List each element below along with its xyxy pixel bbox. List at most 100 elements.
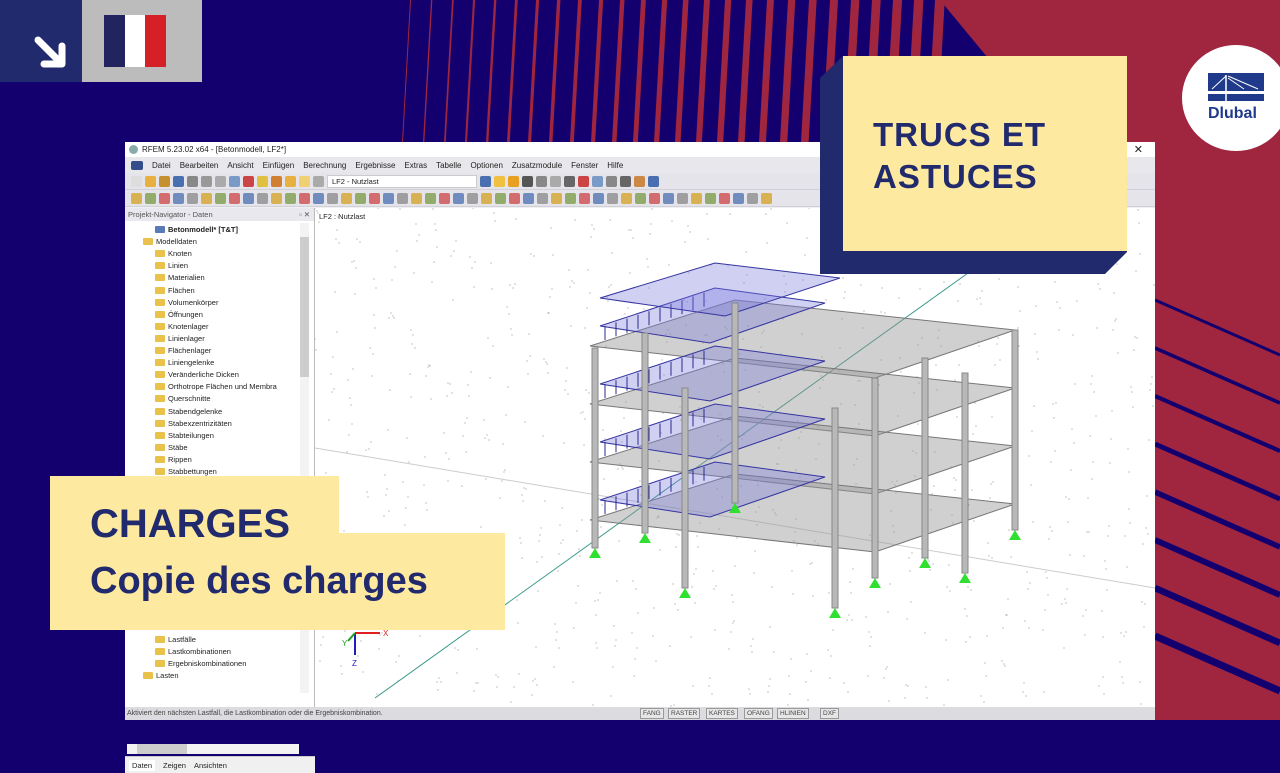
toolbar-button[interactable] [495, 192, 506, 204]
toolbar-button[interactable] [481, 192, 492, 204]
toolbar-button[interactable] [564, 175, 575, 187]
menu-item[interactable]: Ansicht [227, 161, 253, 170]
toolbar-button[interactable] [215, 192, 226, 204]
toolbar-button[interactable] [494, 175, 505, 187]
close-icon[interactable]: ✕ [1134, 143, 1143, 156]
toolbar-button[interactable] [551, 192, 562, 204]
toolbar-button[interactable] [327, 192, 338, 204]
tree-item[interactable]: Liniengelenke [155, 358, 214, 367]
toolbar-button[interactable] [299, 175, 310, 187]
toolbar-button[interactable] [313, 175, 324, 187]
toolbar-button[interactable] [285, 175, 296, 187]
menu-item[interactable]: Optionen [470, 161, 502, 170]
tree-item[interactable]: Modelldaten [143, 237, 197, 246]
status-toggle[interactable]: HLINIEN [777, 708, 809, 719]
tree-item[interactable]: Flächenlager [155, 346, 211, 355]
tree-item[interactable]: Ergebniskombinationen [155, 659, 246, 668]
tree-horizontal-scrollbar[interactable] [127, 744, 299, 754]
toolbar-button[interactable] [663, 192, 674, 204]
menu-item[interactable]: Ergebnisse [355, 161, 395, 170]
tree-item[interactable]: Materialien [155, 273, 205, 282]
toolbar-button[interactable] [719, 192, 730, 204]
toolbar-button[interactable] [145, 175, 156, 187]
tree-item[interactable]: Stabexzentrizitäten [155, 419, 232, 428]
toolbar-button[interactable] [187, 192, 198, 204]
tree-item[interactable]: Linienlager [155, 334, 205, 343]
tree-item[interactable]: Knoten [155, 249, 192, 258]
toolbar-button[interactable] [565, 192, 576, 204]
toolbar-button[interactable] [607, 192, 618, 204]
toolbar-button[interactable] [453, 192, 464, 204]
toolbar-button[interactable] [480, 175, 491, 187]
toolbar-button[interactable] [285, 192, 296, 204]
toolbar-button[interactable] [257, 175, 268, 187]
tree-item[interactable]: Stabteilungen [155, 431, 214, 440]
menu-item[interactable]: Datei [152, 161, 171, 170]
toolbar-button[interactable] [592, 175, 603, 187]
toolbar-button[interactable] [159, 192, 170, 204]
toolbar-button[interactable] [648, 175, 659, 187]
toolbar-button[interactable] [733, 192, 744, 204]
tree-item[interactable]: Stäbe [155, 443, 188, 452]
toolbar-button[interactable] [593, 192, 604, 204]
tree-item[interactable]: Lasten [143, 671, 179, 680]
toolbar-button[interactable] [159, 175, 170, 187]
toolbar-button[interactable] [761, 192, 772, 204]
toolbar-button[interactable] [635, 192, 646, 204]
nav-tab[interactable]: Daten [129, 759, 156, 771]
toolbar-button[interactable] [439, 192, 450, 204]
toolbar-button[interactable] [509, 192, 520, 204]
toolbar-button[interactable] [578, 175, 589, 187]
menu-item[interactable]: Zusatzmodule [512, 161, 562, 170]
status-toggle[interactable]: FANG [640, 708, 664, 719]
status-toggle[interactable]: RASTER [668, 708, 701, 719]
toolbar-button[interactable] [173, 175, 184, 187]
toolbar-button[interactable] [369, 192, 380, 204]
tree-item[interactable]: Betonmodell* [T&T] [155, 225, 238, 234]
toolbar-button[interactable] [705, 192, 716, 204]
status-toggle[interactable]: OFANG [744, 708, 773, 719]
toolbar-button[interactable] [271, 192, 282, 204]
toolbar-button[interactable] [215, 175, 226, 187]
toolbar-button[interactable] [579, 192, 590, 204]
toolbar-button[interactable] [537, 192, 548, 204]
toolbar-button[interactable] [341, 192, 352, 204]
nav-tab[interactable]: Zeigen [163, 761, 186, 770]
menu-item[interactable]: Hilfe [607, 161, 623, 170]
toolbar-button[interactable] [747, 192, 758, 204]
toolbar-button[interactable] [201, 175, 212, 187]
tree-item[interactable]: Lastkombinationen [155, 647, 231, 656]
tree-item[interactable]: Knotenlager [155, 322, 208, 331]
toolbar-button[interactable] [313, 192, 324, 204]
toolbar-button[interactable] [383, 192, 394, 204]
toolbar-button[interactable] [620, 175, 631, 187]
tree-item[interactable]: Orthotrope Flächen und Membra [155, 382, 277, 391]
toolbar-button[interactable] [145, 192, 156, 204]
toolbar-button[interactable] [187, 175, 198, 187]
tree-item[interactable]: Lastfälle [155, 635, 196, 644]
toolbar-button[interactable] [201, 192, 212, 204]
document-menu-icon[interactable] [131, 160, 143, 170]
toolbar-button[interactable] [243, 192, 254, 204]
3d-viewport[interactable]: LF2 : Nutzlast X Y Z [315, 208, 1155, 707]
loadcase-select[interactable]: LF2 - Nutzlast [327, 174, 477, 188]
tree-item[interactable]: Veränderliche Dicken [155, 370, 239, 379]
toolbar-button[interactable] [523, 192, 534, 204]
toolbar-button[interactable] [522, 175, 533, 187]
toolbar-button[interactable] [508, 175, 519, 187]
toolbar-button[interactable] [355, 192, 366, 204]
toolbar-button[interactable] [649, 192, 660, 204]
tree-item[interactable]: Querschnitte [155, 394, 211, 403]
tree-item[interactable]: Öffnungen [155, 310, 203, 319]
toolbar-button[interactable] [131, 175, 142, 187]
tree-item[interactable]: Volumenkörper [155, 298, 218, 307]
toolbar-button[interactable] [257, 192, 268, 204]
tree-item[interactable]: Linien [155, 261, 188, 270]
menu-item[interactable]: Bearbeiten [180, 161, 219, 170]
toolbar-button[interactable] [243, 175, 254, 187]
nav-tab[interactable]: Ansichten [194, 761, 227, 770]
pin-close-icons[interactable]: ▫ ✕ [299, 208, 310, 221]
toolbar-button[interactable] [299, 192, 310, 204]
toolbar-button[interactable] [677, 192, 688, 204]
toolbar-button[interactable] [271, 175, 282, 187]
